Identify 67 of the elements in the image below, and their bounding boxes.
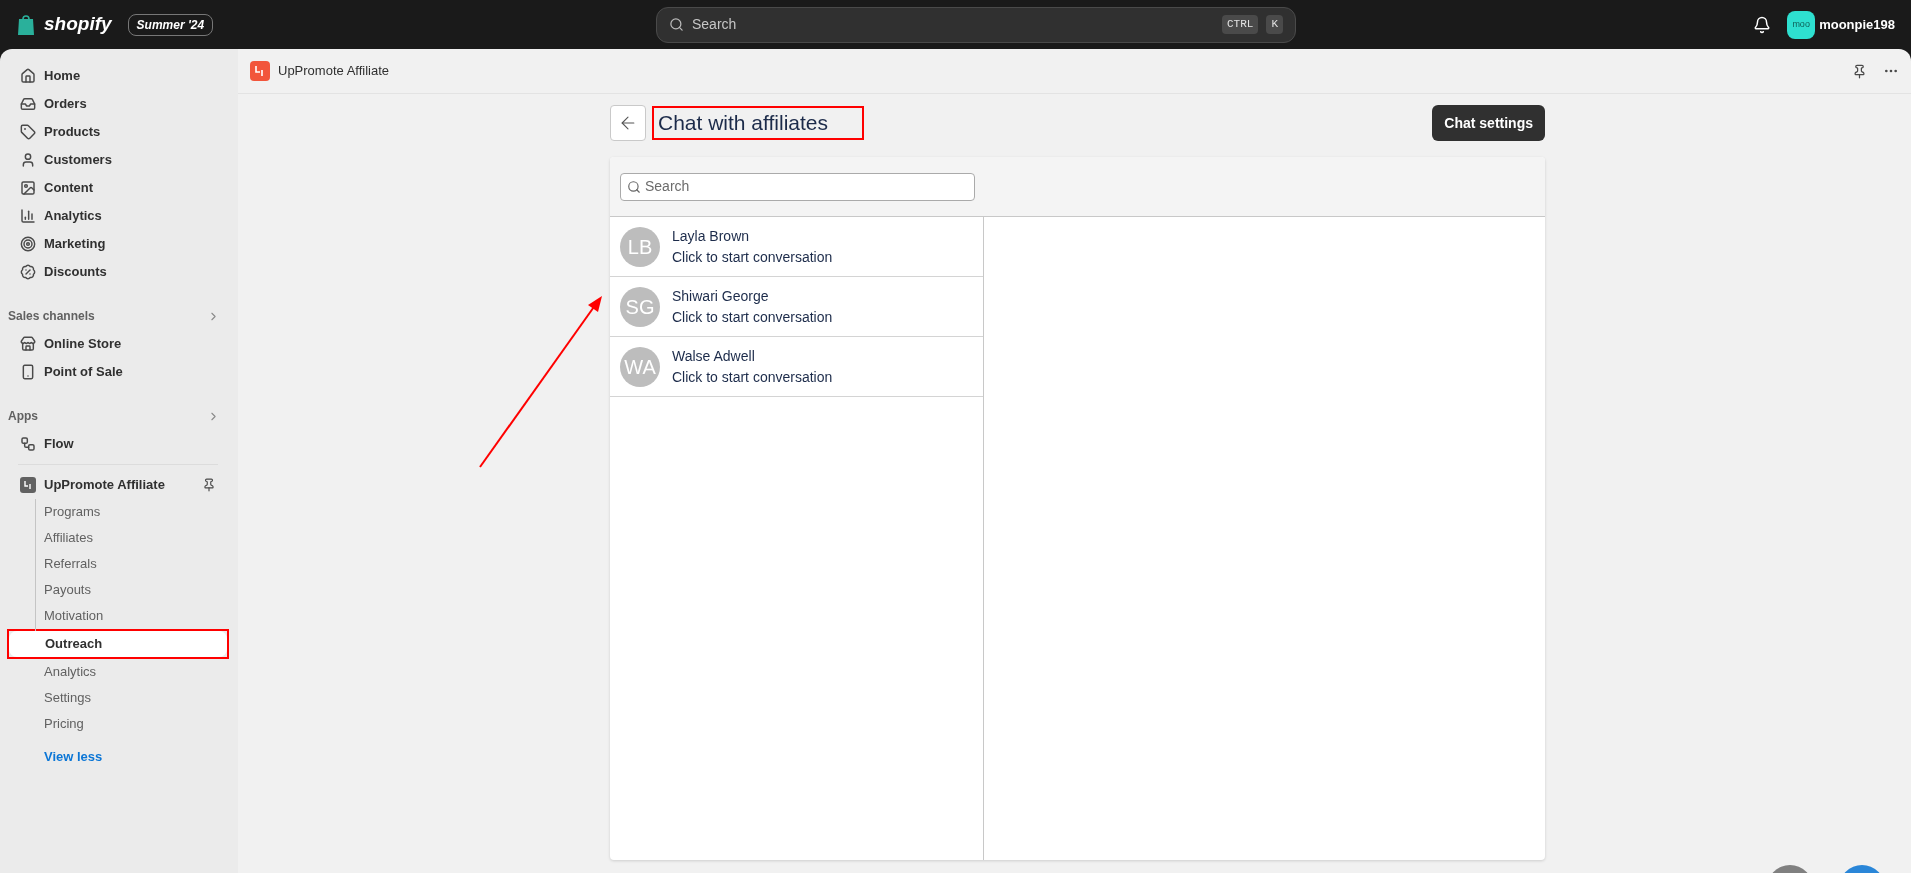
avatar-initials: LB bbox=[620, 226, 660, 267]
nav-item[interactable]: Discounts bbox=[8, 258, 228, 286]
contact-row[interactable]: WA Walse Adwell Click to start conversation bbox=[610, 337, 983, 397]
contact-name: Shiwari George bbox=[672, 286, 770, 306]
brand-logo: shopify bbox=[44, 12, 112, 37]
key-hint: K bbox=[1266, 15, 1283, 34]
image-icon bbox=[20, 180, 36, 196]
subnav-item[interactable]: Motivation bbox=[8, 603, 228, 629]
search-field[interactable]: Search bbox=[620, 172, 975, 201]
nav-item[interactable]: Orders bbox=[8, 90, 228, 118]
pin-icon[interactable] bbox=[202, 478, 216, 492]
contact-status: Click to start conversation bbox=[672, 307, 833, 327]
subnav-item[interactable]: Settings bbox=[8, 685, 228, 711]
contact-status: Click to start conversation bbox=[672, 367, 833, 387]
subnav-item[interactable]: Referrals bbox=[8, 551, 228, 577]
subnav-item[interactable]: Programs bbox=[8, 499, 228, 525]
flow-icon bbox=[20, 436, 36, 452]
avatar-initials: SG bbox=[620, 286, 660, 327]
bar-chart-icon bbox=[20, 208, 36, 224]
app-title: UpPromote Affiliate bbox=[278, 62, 390, 81]
contact-row[interactable]: LB Layla Brown Click to start conversation bbox=[610, 217, 983, 277]
nav-item[interactable]: Products bbox=[8, 118, 228, 146]
nav-item[interactable]: Online Store bbox=[8, 330, 228, 358]
search-icon bbox=[627, 179, 641, 194]
person-icon bbox=[20, 152, 36, 168]
section-heading: Sales channels bbox=[8, 308, 95, 325]
nav-item[interactable]: Marketing bbox=[8, 230, 228, 258]
pin-icon[interactable] bbox=[1852, 63, 1867, 79]
app-nav-item[interactable]: UpPromote Affiliate bbox=[44, 475, 165, 495]
app-logo-icon bbox=[250, 61, 270, 81]
edition-badge: Summer '24 bbox=[127, 13, 214, 36]
view-less-link[interactable]: View less bbox=[8, 747, 228, 767]
contact-name: Layla Brown bbox=[672, 226, 751, 246]
page-title: Chat with affiliates bbox=[658, 110, 829, 137]
nav-item[interactable]: Point of Sale bbox=[8, 358, 228, 386]
badge-icon bbox=[20, 264, 36, 280]
nav-item[interactable]: Analytics bbox=[8, 202, 228, 230]
contact-status: Click to start conversation bbox=[672, 247, 833, 267]
search-icon bbox=[669, 17, 684, 32]
contact-row[interactable]: SG Shiwari George Click to start conversation bbox=[610, 277, 983, 337]
store-avatar[interactable]: moo bbox=[1787, 10, 1816, 39]
back-button[interactable] bbox=[610, 105, 646, 141]
app-icon bbox=[20, 477, 36, 493]
subnav-item[interactable]: Outreach bbox=[9, 631, 227, 657]
contact-name: Walse Adwell bbox=[672, 346, 756, 366]
key-hint: CTRL bbox=[1222, 15, 1259, 34]
subnav-item[interactable]: Pricing bbox=[8, 711, 228, 737]
subnav-item[interactable]: Analytics bbox=[8, 659, 228, 685]
phone-icon bbox=[20, 364, 36, 380]
chat-settings-button[interactable]: Chat settings bbox=[1432, 105, 1545, 141]
subnav-item[interactable]: Affiliates bbox=[8, 525, 228, 551]
target-icon bbox=[20, 236, 36, 252]
subnav-item[interactable]: Payouts bbox=[8, 577, 228, 603]
nav-item[interactable]: Home bbox=[8, 62, 228, 90]
nav-item[interactable]: Flow bbox=[8, 430, 228, 458]
home-icon bbox=[20, 68, 36, 84]
section-heading: Apps bbox=[8, 408, 38, 425]
shopping-bag-icon bbox=[16, 13, 36, 36]
nav-item[interactable]: Content bbox=[8, 174, 228, 202]
search-field[interactable]: Search CTRL K bbox=[656, 6, 1296, 43]
store-name[interactable]: moonpie198 bbox=[1819, 14, 1895, 35]
avatar-initials: WA bbox=[620, 346, 660, 387]
nav-item[interactable]: Customers bbox=[8, 146, 228, 174]
notification-icon[interactable] bbox=[1753, 15, 1772, 34]
tag-icon bbox=[20, 124, 36, 140]
store-icon bbox=[20, 336, 36, 352]
inbox-icon bbox=[20, 96, 36, 112]
